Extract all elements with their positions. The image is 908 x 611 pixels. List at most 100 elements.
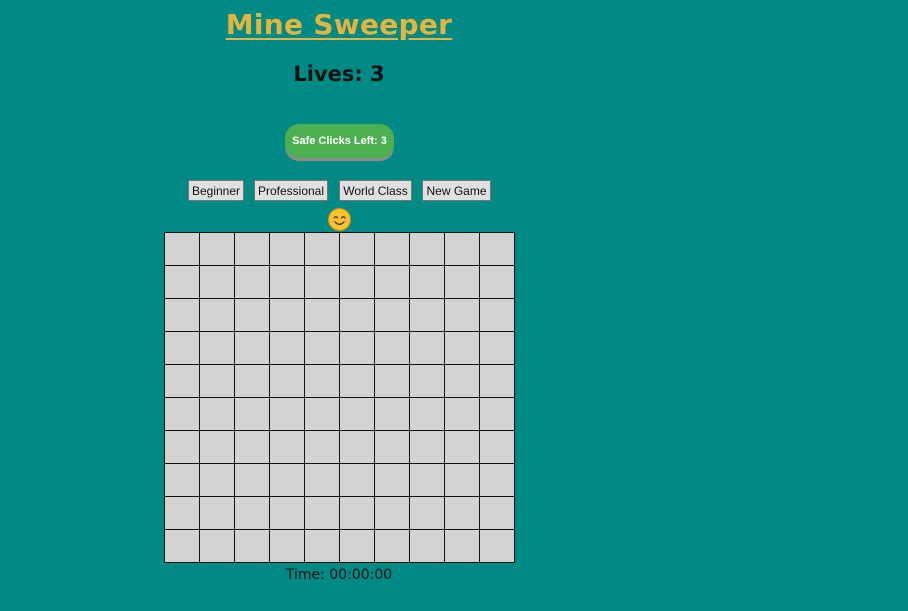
board-cell[interactable]: [374, 232, 410, 266]
board-cell[interactable]: [479, 430, 515, 464]
board-cell[interactable]: [339, 463, 375, 497]
board-cell[interactable]: [199, 496, 235, 530]
board-cell[interactable]: [164, 397, 200, 431]
board-cell[interactable]: [444, 529, 480, 563]
board-cell[interactable]: [269, 364, 305, 398]
professional-button[interactable]: Professional: [254, 180, 328, 201]
board-cell[interactable]: [269, 331, 305, 365]
board-cell[interactable]: [234, 265, 270, 299]
board-cell[interactable]: [444, 364, 480, 398]
board-cell[interactable]: [304, 397, 340, 431]
board-cell[interactable]: [339, 331, 375, 365]
board-cell[interactable]: [164, 232, 200, 266]
board-cell[interactable]: [339, 529, 375, 563]
board-cell[interactable]: [164, 364, 200, 398]
board-cell[interactable]: [479, 463, 515, 497]
board-cell[interactable]: [304, 232, 340, 266]
board-cell[interactable]: [444, 298, 480, 332]
board-cell[interactable]: [304, 364, 340, 398]
board-cell[interactable]: [234, 331, 270, 365]
board-cell[interactable]: [304, 463, 340, 497]
board-cell[interactable]: [444, 232, 480, 266]
board-cell[interactable]: [409, 265, 445, 299]
board-cell[interactable]: [199, 529, 235, 563]
board-cell[interactable]: [374, 463, 410, 497]
board-cell[interactable]: [444, 397, 480, 431]
board-cell[interactable]: [234, 364, 270, 398]
board-cell[interactable]: [199, 265, 235, 299]
board-cell[interactable]: [199, 364, 235, 398]
board-cell[interactable]: [234, 298, 270, 332]
board-cell[interactable]: [409, 232, 445, 266]
board-cell[interactable]: [479, 298, 515, 332]
board-cell[interactable]: [374, 496, 410, 530]
board-cell[interactable]: [234, 232, 270, 266]
board-cell[interactable]: [374, 331, 410, 365]
board-cell[interactable]: [479, 265, 515, 299]
board-cell[interactable]: [199, 298, 235, 332]
board-cell[interactable]: [234, 529, 270, 563]
board-cell[interactable]: [409, 529, 445, 563]
board-cell[interactable]: [269, 496, 305, 530]
board-cell[interactable]: [374, 298, 410, 332]
board-cell[interactable]: [339, 232, 375, 266]
board-cell[interactable]: [374, 265, 410, 299]
board-cell[interactable]: [409, 397, 445, 431]
board-cell[interactable]: [164, 298, 200, 332]
board-cell[interactable]: [269, 265, 305, 299]
board-cell[interactable]: [164, 463, 200, 497]
board-cell[interactable]: [444, 331, 480, 365]
smiley-face-icon[interactable]: [327, 207, 352, 232]
board-cell[interactable]: [234, 463, 270, 497]
board-cell[interactable]: [269, 529, 305, 563]
world-class-button[interactable]: World Class: [339, 180, 412, 201]
board-cell[interactable]: [409, 430, 445, 464]
board-cell[interactable]: [444, 496, 480, 530]
board-cell[interactable]: [234, 496, 270, 530]
board-cell[interactable]: [164, 331, 200, 365]
board-cell[interactable]: [339, 496, 375, 530]
board-cell[interactable]: [339, 298, 375, 332]
board-cell[interactable]: [234, 430, 270, 464]
new-game-button[interactable]: New Game: [422, 180, 491, 201]
board-cell[interactable]: [374, 430, 410, 464]
board-cell[interactable]: [479, 496, 515, 530]
board-cell[interactable]: [199, 463, 235, 497]
board-cell[interactable]: [304, 265, 340, 299]
board-cell[interactable]: [444, 430, 480, 464]
board-cell[interactable]: [409, 298, 445, 332]
board-cell[interactable]: [234, 397, 270, 431]
board-cell[interactable]: [409, 463, 445, 497]
board-cell[interactable]: [269, 463, 305, 497]
board-cell[interactable]: [199, 430, 235, 464]
board-cell[interactable]: [479, 397, 515, 431]
board-cell[interactable]: [374, 364, 410, 398]
board-cell[interactable]: [304, 496, 340, 530]
board-cell[interactable]: [444, 463, 480, 497]
board-cell[interactable]: [339, 430, 375, 464]
board-cell[interactable]: [339, 397, 375, 431]
board-cell[interactable]: [304, 529, 340, 563]
board-cell[interactable]: [199, 232, 235, 266]
board-cell[interactable]: [409, 331, 445, 365]
board-cell[interactable]: [199, 331, 235, 365]
board-cell[interactable]: [269, 232, 305, 266]
board-cell[interactable]: [479, 331, 515, 365]
board-cell[interactable]: [269, 430, 305, 464]
board-cell[interactable]: [164, 496, 200, 530]
beginner-button[interactable]: Beginner: [188, 180, 244, 201]
board-cell[interactable]: [409, 364, 445, 398]
board-cell[interactable]: [444, 265, 480, 299]
board-cell[interactable]: [304, 298, 340, 332]
board-cell[interactable]: [164, 265, 200, 299]
board-cell[interactable]: [199, 397, 235, 431]
board-cell[interactable]: [269, 298, 305, 332]
board-cell[interactable]: [269, 397, 305, 431]
board-cell[interactable]: [479, 529, 515, 563]
board-cell[interactable]: [409, 496, 445, 530]
board-cell[interactable]: [164, 529, 200, 563]
board-cell[interactable]: [374, 397, 410, 431]
board-cell[interactable]: [479, 232, 515, 266]
board-cell[interactable]: [479, 364, 515, 398]
board-cell[interactable]: [164, 430, 200, 464]
